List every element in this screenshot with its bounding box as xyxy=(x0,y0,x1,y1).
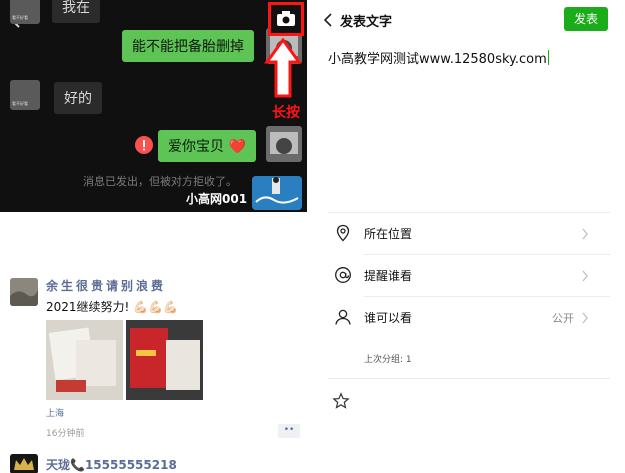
left-panel: 看不好看 我在 能不能把备胎删掉 看不好看 好的 爱你宝贝 ❤️ 消息已发出，但… xyxy=(0,0,307,473)
avatar-tag: 看不好看 xyxy=(12,15,28,20)
moment-time: 16分钟前 xyxy=(46,429,85,439)
option-label: 所在位置 xyxy=(364,227,413,241)
location-pin-icon xyxy=(336,224,350,242)
moment-author[interactable]: 天珑📞15555555218 xyxy=(46,456,177,473)
logo-icon xyxy=(252,176,302,210)
option-location[interactable]: 所在位置 xyxy=(318,214,625,254)
compose-panel: 发表文字 发表 小高教学网测试www.12580sky.com 所在位置 提醒谁… xyxy=(318,0,625,473)
option-visibility[interactable]: 谁可以看 公开 xyxy=(318,298,625,338)
person-icon xyxy=(335,309,351,325)
photo-icon xyxy=(46,320,123,400)
contact-avatar: 看不好看 xyxy=(10,0,40,24)
divider xyxy=(364,254,610,255)
chevron-left-icon[interactable] xyxy=(322,12,334,28)
chevron-right-icon xyxy=(582,270,588,282)
message-bubble-outgoing[interactable]: 爱你宝贝 ❤️ xyxy=(158,130,256,162)
site-logo xyxy=(252,176,302,210)
post-text-value: 小高教学网测试www.12580sky.com xyxy=(328,52,547,67)
avatar[interactable] xyxy=(10,278,38,306)
error-icon[interactable] xyxy=(135,136,153,154)
annotation-label: 长按 xyxy=(272,105,300,121)
avatar[interactable] xyxy=(10,454,38,473)
chevron-right-icon xyxy=(582,312,588,324)
own-avatar-photo xyxy=(266,126,302,162)
message-bubble-incoming[interactable]: 我在 xyxy=(52,0,100,23)
option-remind[interactable]: 提醒谁看 xyxy=(318,256,625,296)
last-group-hint: 上次分组: 1 xyxy=(364,355,412,365)
more-button[interactable]: •• xyxy=(278,424,300,438)
moment-image[interactable] xyxy=(126,320,203,400)
moment-author[interactable]: 余生很贵请别浪费 xyxy=(46,277,166,294)
watermark-name: 小高网001 xyxy=(186,192,248,206)
message-bubble-outgoing[interactable]: 能不能把备胎删掉 xyxy=(122,30,254,62)
camera-button-highlight[interactable] xyxy=(268,2,304,36)
text-cursor xyxy=(547,50,549,65)
option-label: 提醒谁看 xyxy=(364,269,413,283)
crown-icon xyxy=(10,454,38,473)
publish-button[interactable]: 发表 xyxy=(564,7,608,31)
divider xyxy=(364,296,610,297)
message-bubble-incoming[interactable]: 好的 xyxy=(54,82,102,114)
divider xyxy=(328,378,610,379)
annotation-arrow-icon xyxy=(264,38,302,98)
avatar-tag: 看不好看 xyxy=(12,101,28,106)
divider xyxy=(328,212,610,213)
camera-icon xyxy=(277,11,295,26)
moment-location[interactable]: 上海 xyxy=(46,406,64,419)
star-icon[interactable] xyxy=(332,392,350,410)
option-label: 谁可以看 xyxy=(364,311,413,325)
contact-avatar: 看不好看 xyxy=(10,80,40,110)
chat-screenshot: 看不好看 我在 能不能把备胎删掉 看不好看 好的 爱你宝贝 ❤️ 消息已发出，但… xyxy=(0,0,307,212)
moment-text: 2021继续努力! 💪🏻💪🏻💪🏻 xyxy=(46,300,178,314)
post-text-input[interactable]: 小高教学网测试www.12580sky.com xyxy=(328,48,549,67)
moment-image[interactable] xyxy=(46,320,123,400)
avatar-photo-icon xyxy=(10,278,38,306)
chevron-right-icon xyxy=(582,228,588,240)
system-notice: 消息已发出，但被对方拒收了。 xyxy=(83,175,237,188)
page-title: 发表文字 xyxy=(340,15,393,30)
option-value: 公开 xyxy=(552,312,574,325)
at-icon xyxy=(335,267,351,283)
photo-icon xyxy=(126,320,203,400)
